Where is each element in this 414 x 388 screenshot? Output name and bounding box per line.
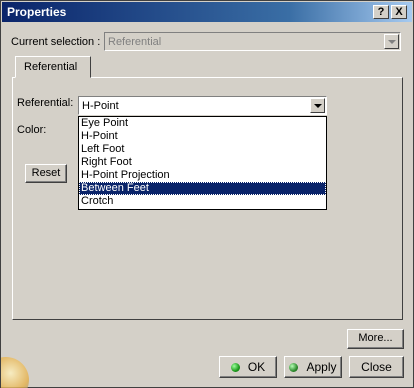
list-item[interactable]: H-Point Projection: [79, 169, 326, 182]
properties-dialog: Properties ? X Current selection : Refer…: [0, 0, 414, 388]
list-item[interactable]: Eye Point: [79, 117, 326, 130]
list-item[interactable]: Left Foot: [79, 143, 326, 156]
current-selection-label: Current selection :: [11, 36, 101, 48]
more-button[interactable]: More...: [347, 329, 404, 349]
referential-label: Referential:: [17, 97, 74, 109]
ok-status-icon: [230, 363, 240, 372]
reset-button[interactable]: Reset: [25, 164, 67, 183]
current-selection-value: Referential: [108, 36, 162, 48]
close-button[interactable]: Close: [349, 356, 404, 378]
apply-button-label: Apply: [306, 360, 337, 374]
referential-dropdown-button[interactable]: [310, 98, 325, 113]
list-item[interactable]: Right Foot: [79, 156, 326, 169]
color-label: Color:: [17, 124, 47, 136]
help-button[interactable]: ?: [373, 5, 389, 19]
list-item-highlighted[interactable]: Between Feet: [79, 182, 326, 195]
help-icon: ?: [377, 6, 385, 18]
chevron-down-icon: [314, 104, 322, 108]
referential-combo[interactable]: H-Point: [78, 96, 327, 115]
close-icon: X: [395, 6, 403, 18]
current-selection-dropdown-button[interactable]: [384, 34, 399, 49]
close-window-button[interactable]: X: [391, 5, 407, 19]
list-item[interactable]: H-Point: [79, 130, 326, 143]
apply-button[interactable]: Apply: [284, 356, 342, 378]
referential-dropdown-list[interactable]: Eye Point H-Point Left Foot Right Foot H…: [78, 116, 327, 210]
globe-logo-icon: [1, 351, 41, 388]
tab-referential-label: Referential: [24, 61, 78, 73]
tab-referential[interactable]: Referential: [15, 56, 91, 78]
list-item[interactable]: Crotch: [79, 195, 326, 208]
apply-status-icon: [289, 363, 299, 372]
window-title: Properties: [7, 5, 67, 19]
chevron-down-icon: [388, 40, 396, 44]
title-bar[interactable]: Properties ? X: [2, 2, 412, 22]
referential-selected-value: H-Point: [82, 100, 119, 112]
current-selection-combo[interactable]: Referential: [104, 32, 401, 51]
ok-button-label: OK: [247, 360, 266, 374]
ok-button[interactable]: OK: [219, 356, 277, 378]
